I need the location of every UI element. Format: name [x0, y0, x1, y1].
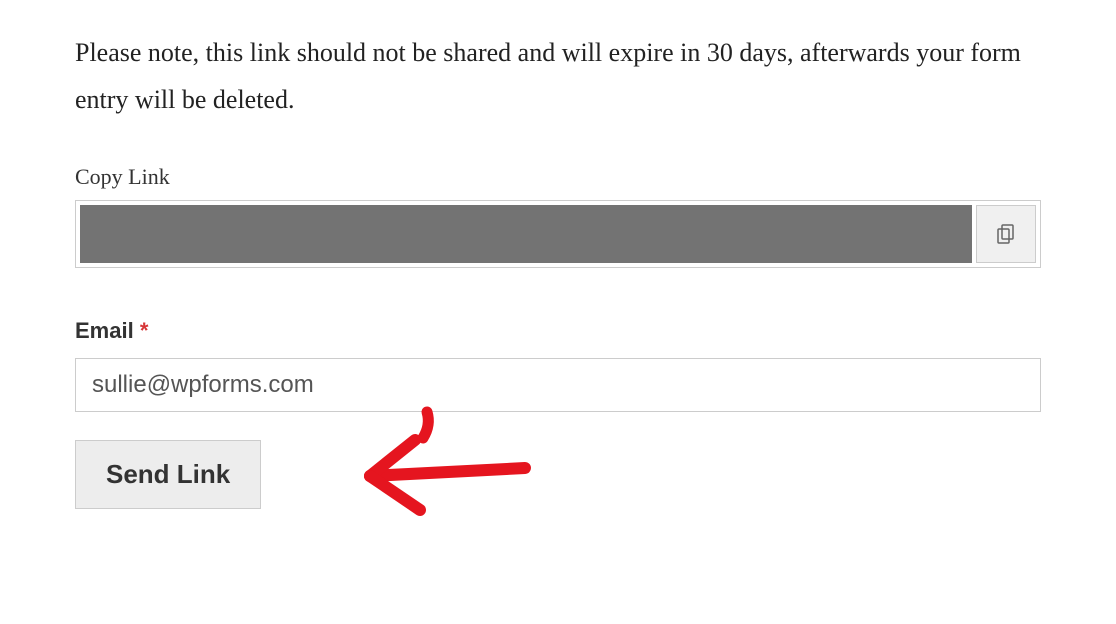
copy-link-input[interactable]	[80, 205, 972, 263]
copy-button[interactable]	[976, 205, 1036, 263]
email-field[interactable]	[75, 358, 1041, 412]
copy-link-label: Copy Link	[75, 164, 1041, 190]
email-label-text: Email	[75, 318, 134, 343]
arrow-annotation-icon	[345, 400, 645, 540]
required-indicator: *	[140, 318, 149, 343]
email-label: Email *	[75, 318, 1041, 344]
send-link-button[interactable]: Send Link	[75, 440, 261, 509]
notice-text: Please note, this link should not be sha…	[75, 30, 1041, 124]
copy-link-container	[75, 200, 1041, 268]
copy-icon	[994, 222, 1018, 246]
